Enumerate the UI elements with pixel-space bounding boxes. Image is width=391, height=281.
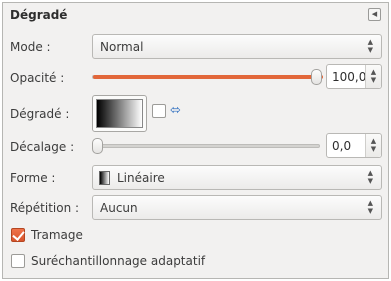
supersample-checkbox[interactable] xyxy=(11,254,25,268)
combo-arrows-icon: ▲ ▼ xyxy=(367,199,373,215)
repeat-value: Aucun xyxy=(100,201,138,215)
shape-combo[interactable]: Linéaire ▲ ▼ xyxy=(92,165,382,190)
dither-checkbox[interactable] xyxy=(11,228,25,242)
supersample-label[interactable]: Suréchantillonnage adaptatif xyxy=(31,254,205,268)
opacity-slider-handle[interactable] xyxy=(311,69,322,85)
offset-label: Décalage : xyxy=(10,140,75,154)
linear-shape-icon xyxy=(99,171,110,185)
offset-slider[interactable] xyxy=(92,144,320,148)
reverse-gradient-checkbox[interactable] xyxy=(152,104,166,118)
opacity-value: 100,0 xyxy=(332,70,367,84)
gradient-preview-button[interactable] xyxy=(92,95,147,132)
opacity-spinbox[interactable]: 100,0 ▲ ▼ xyxy=(326,64,382,89)
spin-arrows-icon[interactable]: ▲ ▼ xyxy=(365,134,381,157)
combo-arrows-icon: ▲ ▼ xyxy=(367,38,373,54)
shape-label: Forme : xyxy=(10,171,56,185)
repeat-combo[interactable]: Aucun ▲ ▼ xyxy=(92,195,382,220)
dither-label[interactable]: Tramage xyxy=(31,228,83,242)
opacity-slider-fill xyxy=(93,75,323,79)
swap-arrows-icon[interactable]: ⬄ xyxy=(170,104,181,118)
panel-title: Dégradé xyxy=(10,8,68,22)
mode-value: Normal xyxy=(100,40,144,54)
opacity-slider[interactable] xyxy=(92,75,323,79)
tool-options-panel: Dégradé ◀ Mode : Normal ▲ ▼ Opacité : 100… xyxy=(2,2,389,279)
panel-menu-icon[interactable]: ◀ xyxy=(368,8,381,21)
shape-value: Linéaire xyxy=(117,171,165,185)
repeat-label: Répétition : xyxy=(10,201,80,215)
offset-value: 0,0 xyxy=(332,139,352,153)
mode-label: Mode : xyxy=(10,40,51,54)
spin-arrows-icon[interactable]: ▲ ▼ xyxy=(365,65,381,88)
combo-arrows-icon: ▲ ▼ xyxy=(367,169,373,185)
offset-spinbox[interactable]: 0,0 ▲ ▼ xyxy=(326,133,382,158)
offset-slider-handle[interactable] xyxy=(92,138,103,154)
gradient-label: Dégradé : xyxy=(10,107,70,121)
mode-combo[interactable]: Normal ▲ ▼ xyxy=(92,34,382,59)
opacity-label: Opacité : xyxy=(10,71,65,85)
gradient-preview xyxy=(96,99,143,128)
